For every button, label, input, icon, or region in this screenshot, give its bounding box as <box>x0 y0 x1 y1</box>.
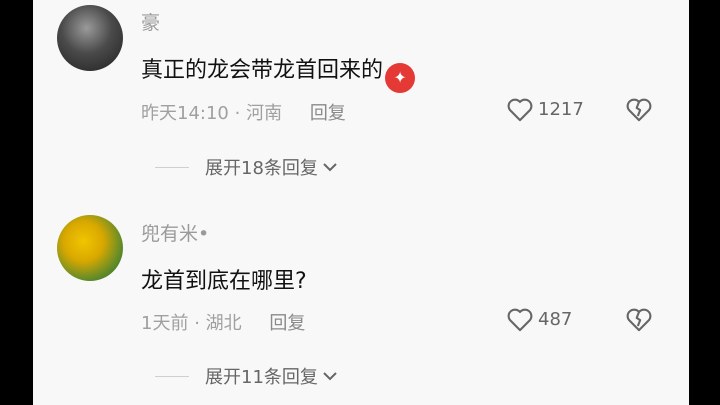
expand-replies-label: 展开11条回复 <box>205 367 318 388</box>
heart-icon <box>507 98 533 122</box>
reply-button[interactable]: 回复 <box>310 103 346 124</box>
chevron-down-icon <box>323 163 337 172</box>
comment-item: 豪 真正的龙会带龙首回来的 ✦ 昨天14:10 · 河南 回复 1217 展开18… <box>33 0 689 200</box>
username[interactable]: 兜有米• <box>141 219 209 246</box>
comment-meta: 1天前 · 湖北 回复 <box>141 309 305 335</box>
expand-replies-button[interactable]: 展开11条回复 <box>155 363 338 389</box>
comment-text: 龙首到底在哪里? <box>141 269 307 294</box>
reply-button[interactable]: 回复 <box>269 313 305 334</box>
divider-line <box>155 166 189 168</box>
meta-separator: · <box>194 313 200 334</box>
comment-panel: 豪 真正的龙会带龙首回来的 ✦ 昨天14:10 · 河南 回复 1217 展开18… <box>33 0 689 405</box>
comment-meta: 昨天14:10 · 河南 回复 <box>141 99 346 125</box>
comment-item: 兜有米• 龙首到底在哪里? 1天前 · 湖北 回复 487 展开11条回复 <box>33 205 689 405</box>
dislike-button[interactable] <box>625 96 653 126</box>
like-count: 487 <box>538 308 573 330</box>
like-button[interactable]: 1217 <box>506 96 584 122</box>
dislike-button[interactable] <box>625 306 653 336</box>
angry-face-icon: ✦ <box>385 63 416 93</box>
broken-heart-icon <box>626 98 652 122</box>
comment-location: 河南 <box>246 103 283 124</box>
heart-icon <box>507 308 533 332</box>
meta-separator: · <box>234 103 241 124</box>
comment-location: 湖北 <box>205 313 242 334</box>
like-count: 1217 <box>538 98 584 120</box>
chevron-down-icon <box>323 372 337 381</box>
comment-text: 真正的龙会带龙首回来的 ✦ <box>141 52 416 93</box>
comment-time: 昨天14:10 <box>141 103 229 124</box>
avatar[interactable] <box>57 215 123 281</box>
comment-time: 1天前 <box>141 313 189 334</box>
divider-line <box>155 375 189 377</box>
like-button[interactable]: 487 <box>506 306 572 332</box>
comment-text-content: 真正的龙会带龙首回来的 <box>141 58 384 83</box>
expand-replies-button[interactable]: 展开18条回复 <box>155 154 338 180</box>
avatar[interactable] <box>57 5 123 71</box>
expand-replies-label: 展开18条回复 <box>205 158 318 179</box>
broken-heart-icon <box>626 308 652 332</box>
username[interactable]: 豪 <box>141 8 160 35</box>
